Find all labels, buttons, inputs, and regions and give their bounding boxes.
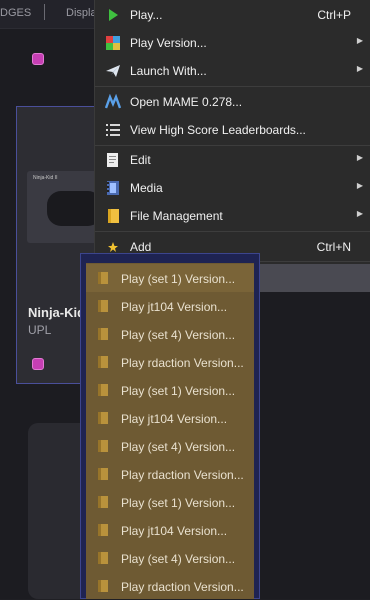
context-menu: Play... Ctrl+P Play Version... ▶ Launch … bbox=[94, 0, 370, 292]
version-item[interactable]: Play (set 4) Version... bbox=[86, 432, 254, 460]
menu-item-media[interactable]: Media ▶ bbox=[95, 174, 370, 202]
version-item[interactable]: Play jt104 Version... bbox=[86, 292, 254, 320]
folder-icon bbox=[96, 523, 110, 537]
folder-icon bbox=[96, 355, 110, 369]
version-item[interactable]: Play (set 1) Version... bbox=[86, 488, 254, 516]
version-item-label: Play (set 1) Version... bbox=[121, 384, 236, 398]
menu-item-edit[interactable]: Edit ▶ bbox=[95, 146, 370, 174]
play-version-icon bbox=[105, 35, 121, 51]
version-item[interactable]: Play (set 4) Version... bbox=[86, 544, 254, 572]
tab-display[interactable]: Displa bbox=[66, 7, 97, 19]
version-item[interactable]: Play rdaction Version... bbox=[86, 348, 254, 376]
mame-badge-icon bbox=[32, 53, 44, 65]
version-item-label: Play (set 1) Version... bbox=[121, 272, 236, 286]
version-item[interactable]: Play rdaction Version... bbox=[86, 572, 254, 600]
submenu-arrow-icon: ▶ bbox=[356, 209, 363, 218]
submenu-arrow-icon: ▶ bbox=[356, 64, 363, 73]
folder-icon bbox=[96, 383, 110, 397]
menu-item-label: Add bbox=[130, 240, 152, 254]
play-icon bbox=[105, 7, 121, 23]
menu-item-label: Play Version... bbox=[130, 36, 207, 50]
version-item-label: Play jt104 Version... bbox=[121, 524, 228, 538]
version-item-label: Play (set 4) Version... bbox=[121, 552, 236, 566]
submenu-arrow-icon: ▶ bbox=[356, 36, 363, 45]
folder-icon bbox=[96, 467, 110, 481]
menu-item-label: Launch With... bbox=[130, 64, 207, 78]
menu-item-open-mame[interactable]: Open MAME 0.278... bbox=[95, 88, 370, 116]
film-icon bbox=[105, 180, 121, 196]
version-item-label: Play jt104 Version... bbox=[121, 412, 228, 426]
submenu-arrow-icon: ▶ bbox=[356, 153, 363, 162]
folder-icon bbox=[96, 579, 110, 593]
folder-icon bbox=[96, 327, 110, 341]
folder-icon bbox=[105, 208, 121, 224]
shortcut-label: Ctrl+N bbox=[316, 240, 351, 254]
menu-item-high-scores[interactable]: View High Score Leaderboards... bbox=[95, 116, 370, 144]
mame-badge-icon bbox=[32, 358, 44, 370]
version-item[interactable]: Play (set 1) Version... bbox=[86, 264, 254, 292]
list-icon bbox=[105, 122, 121, 138]
menu-item-label: File Management bbox=[130, 209, 223, 223]
menu-item-label: View High Score Leaderboards... bbox=[130, 123, 306, 137]
menu-item-launch-with[interactable]: Launch With... ▶ bbox=[95, 57, 370, 85]
toolbar-divider bbox=[44, 4, 45, 20]
folder-icon bbox=[96, 495, 110, 509]
menu-item-label: Edit bbox=[130, 153, 151, 167]
submenu-arrow-icon: ▶ bbox=[356, 181, 363, 190]
folder-icon bbox=[96, 299, 110, 313]
menu-item-label: Play... bbox=[130, 8, 163, 22]
version-item-label: Play (set 1) Version... bbox=[121, 496, 236, 510]
version-item-label: Play (set 4) Version... bbox=[121, 328, 236, 342]
game-publisher: UPL bbox=[28, 323, 52, 337]
folder-icon bbox=[96, 551, 110, 565]
menu-item-file-management[interactable]: File Management ▶ bbox=[95, 202, 370, 230]
shortcut-label: Ctrl+P bbox=[317, 8, 351, 22]
version-item-label: Play jt104 Version... bbox=[121, 300, 228, 314]
tab-badges[interactable]: DGES bbox=[0, 7, 31, 19]
edit-icon bbox=[105, 152, 121, 168]
version-item[interactable]: Play jt104 Version... bbox=[86, 516, 254, 544]
menu-item-play-version[interactable]: Play Version... ▶ bbox=[95, 29, 370, 57]
version-submenu: Play (set 1) Version... Play jt104 Versi… bbox=[86, 263, 254, 599]
folder-icon bbox=[96, 439, 110, 453]
version-item[interactable]: Play (set 1) Version... bbox=[86, 376, 254, 404]
menu-item-play[interactable]: Play... Ctrl+P bbox=[95, 1, 370, 29]
mame-icon bbox=[105, 94, 121, 110]
menu-separator bbox=[95, 86, 370, 87]
version-item[interactable]: Play jt104 Version... bbox=[86, 404, 254, 432]
version-item-label: Play rdaction Version... bbox=[121, 356, 244, 370]
folder-icon bbox=[96, 411, 110, 425]
thumbnail-title: Ninja-Kid II bbox=[33, 175, 58, 181]
folder-icon bbox=[96, 271, 110, 285]
version-item-label: Play rdaction Version... bbox=[121, 468, 244, 482]
version-item[interactable]: Play rdaction Version... bbox=[86, 460, 254, 488]
paper-plane-icon bbox=[105, 63, 121, 79]
version-item-label: Play (set 4) Version... bbox=[121, 440, 236, 454]
menu-separator bbox=[95, 231, 370, 232]
menu-item-label: Open MAME 0.278... bbox=[130, 95, 243, 109]
menu-item-label: Media bbox=[130, 181, 163, 195]
version-item-label: Play rdaction Version... bbox=[121, 580, 244, 594]
version-item[interactable]: Play (set 4) Version... bbox=[86, 320, 254, 348]
